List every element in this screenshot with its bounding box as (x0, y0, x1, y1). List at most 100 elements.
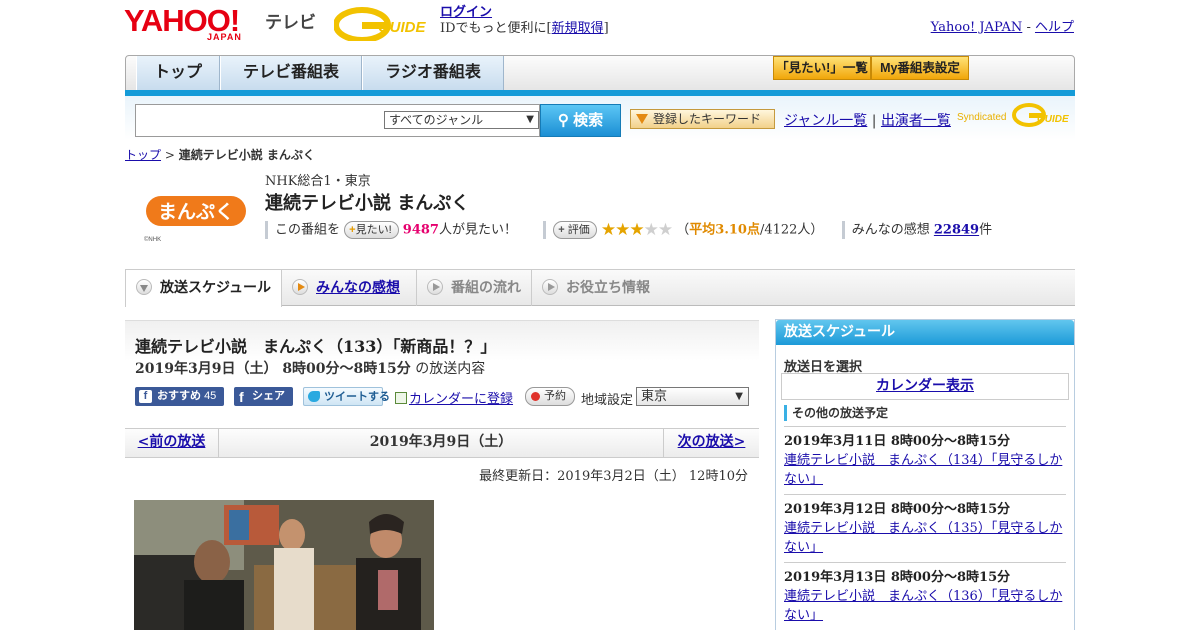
svg-text:GUIDE: GUIDE (1037, 114, 1069, 125)
plus-icon: + (558, 224, 565, 236)
stats-divider (841, 221, 845, 239)
triangle-down-icon (636, 114, 648, 124)
facebook-recommend-button[interactable]: f おすすめ 45 (135, 387, 224, 406)
facebook-recommend-label: おすすめ (157, 390, 201, 402)
tweet-button[interactable]: ツイートする (303, 387, 390, 406)
reserve-label: 予約 (544, 390, 566, 402)
svg-text:GUIDE: GUIDE (378, 19, 427, 36)
program-title: 連続テレビ小説 まんぷく (265, 193, 470, 214)
subtab-flow: 番組の流れ (417, 270, 532, 306)
twitter-bird-icon (308, 391, 320, 402)
region-select[interactable]: 東京 ▼ (636, 387, 749, 406)
stats-divider (265, 221, 268, 239)
play-arrow-icon (542, 279, 558, 295)
breadcrumb-separator: > (164, 148, 175, 162)
next-broadcast-link[interactable]: 次の放送> (663, 429, 759, 457)
program-subtabs: 放送スケジュール みんなの感想 番組の流れ お役立ち情報 (125, 269, 1075, 307)
program-logo: まんぷく ©NHK (140, 178, 250, 244)
want-to-watch-label: 見たい! (355, 224, 392, 236)
breadcrumb: トップ > 連続テレビ小説 まんぷく (125, 146, 315, 163)
tab-radio-listings[interactable]: ラジオ番組表 (362, 56, 504, 90)
want-count: 9487 (402, 222, 439, 238)
list-item: 2019年3月11日 8時00分～8時15分 連続テレビ小説 まんぷく（134）… (784, 426, 1066, 489)
genre-select-value: すべてのジャンル (389, 113, 484, 127)
rating-people: /4122人） (759, 222, 824, 238)
facebook-share-button[interactable]: f シェア (234, 387, 293, 406)
login-link[interactable]: ログイン (440, 5, 492, 20)
reserve-button[interactable]: 予約 (525, 387, 575, 406)
main-nav: トップ テレビ番組表 ラジオ番組表 「見たい!」一覧 My番組表設定 (125, 55, 1075, 93)
syndicated-text: Syndicated (957, 112, 1007, 123)
broadcast-time: 2019年3月11日 8時00分～8時15分 (784, 434, 1011, 449)
genre-select[interactable]: すべてのジャンル ▼ (384, 111, 539, 129)
rating-stars: ★★★★★ (600, 220, 673, 240)
chevron-down-icon: ▼ (735, 391, 743, 402)
broadcast-title-link[interactable]: 連続テレビ小説 まんぷく（135）「見守るしかない」 (784, 521, 1062, 555)
subtab-useful-info: お役立ち情報 (532, 270, 662, 306)
genre-links-divider: | (871, 113, 877, 129)
chevron-down-icon: ▼ (526, 114, 534, 125)
play-arrow-icon (292, 279, 308, 295)
tab-tv-listings[interactable]: テレビ番組表 (220, 56, 362, 90)
broadcast-title-link[interactable]: 連続テレビ小説 まんぷく（136）「見守るしかない」 (784, 589, 1062, 623)
subtab-label: 放送スケジュール (160, 279, 272, 295)
breadcrumb-home-link[interactable]: トップ (125, 148, 161, 162)
yahoo-japan-link[interactable]: Yahoo! JAPAN (931, 20, 1023, 35)
mitai-list-button[interactable]: 「見たい!」一覧 (773, 56, 871, 80)
register-link[interactable]: 新規取得 (552, 21, 604, 36)
yahoo-japan-logo[interactable]: YAHOO! JAPAN (124, 5, 262, 42)
subtab-label: 番組の流れ (451, 279, 521, 295)
want-suffix: 人が見たい！ (438, 222, 517, 238)
subtab-label: お役立ち情報 (566, 279, 650, 295)
broadcast-time: 2019年3月13日 8時00分～8時15分 (784, 570, 1011, 585)
login-box: ログイン IDでもっと便利に[新規取得] (440, 5, 609, 37)
want-to-watch-button[interactable]: +見たい! (344, 221, 399, 239)
stats-divider (543, 221, 547, 239)
rate-button[interactable]: + 評価 (553, 221, 597, 239)
japan-logo-text: JAPAN (207, 32, 242, 42)
want-prefix: この番組を (275, 222, 341, 238)
impressions-count-link[interactable]: 22849 (934, 223, 979, 238)
program-stats: この番組を +見たい! 9487人が見たい！ + 評価 ★★★★★ （平均3.1… (265, 220, 992, 240)
top-links-separator: - (1026, 20, 1031, 35)
genre-links: ジャンル一覧 | 出演者一覧 (784, 110, 951, 130)
pager-date: 2019年3月9日（土） (369, 434, 513, 450)
tweet-label: ツイートする (324, 391, 390, 403)
subtab-impressions[interactable]: みんなの感想 (282, 270, 417, 306)
facebook-recommend-count: 45 (204, 390, 217, 402)
program-logo-text: まんぷく (158, 201, 234, 223)
search-button-label: 検索 (573, 112, 604, 129)
help-link[interactable]: ヘルプ (1035, 20, 1074, 35)
registered-keyword-button[interactable]: 登録したキーワード (630, 109, 775, 129)
program-logo-credit: ©NHK (144, 236, 161, 243)
add-to-calendar-link[interactable]: カレンダーに登録 (409, 392, 513, 407)
breadcrumb-current: 連続テレビ小説 まんぷく (178, 148, 315, 162)
broadcast-time: 2019年3月12日 8時00分～8時15分 (784, 502, 1011, 517)
genre-list-link[interactable]: ジャンル一覧 (784, 113, 867, 129)
login-prompt-close: ] (603, 21, 609, 36)
registered-keyword-label: 登録したキーワード (653, 112, 762, 126)
gguide-logo[interactable]: GUIDE (333, 7, 434, 43)
list-item: 2019年3月13日 8時00分～8時15分 連続テレビ小説 まんぷく（136）… (784, 562, 1066, 625)
previous-broadcast-link[interactable]: <前の放送 (125, 429, 219, 457)
region-label: 地域設定 (581, 393, 634, 408)
tab-top[interactable]: トップ (136, 56, 220, 90)
episode-photo (134, 500, 434, 630)
tv-logo-text[interactable]: テレビ (265, 8, 316, 33)
broadcast-title-link[interactable]: 連続テレビ小説 まんぷく（134）「見守るしかない」 (784, 453, 1062, 487)
play-arrow-icon (427, 279, 443, 295)
impressions-unit: 件 (979, 222, 993, 238)
chevron-down-icon (136, 279, 152, 295)
station-label: NHK総合1・東京 (265, 174, 371, 189)
impressions-label: みんなの感想 (851, 222, 930, 238)
cast-list-link[interactable]: 出演者一覧 (881, 113, 951, 129)
my-listing-settings-button[interactable]: My番組表設定 (871, 56, 969, 80)
rating-open: （ (676, 222, 690, 238)
calendar-view-link[interactable]: カレンダー表示 (781, 373, 1069, 400)
add-to-calendar[interactable]: カレンダーに登録 (395, 388, 513, 407)
episode-title: 連続テレビ小説 まんぷく（133）「新商品！？」 (135, 337, 497, 356)
syndicated-gguide-logo: Syndicated GUIDE (957, 103, 1072, 129)
search-button[interactable]: ⚲ 検索 (540, 104, 621, 137)
subtab-schedule[interactable]: 放送スケジュール (125, 270, 282, 307)
episode-time: 2019年3月9日（土） 8時00分～8時15分 の放送内容 (135, 358, 485, 378)
